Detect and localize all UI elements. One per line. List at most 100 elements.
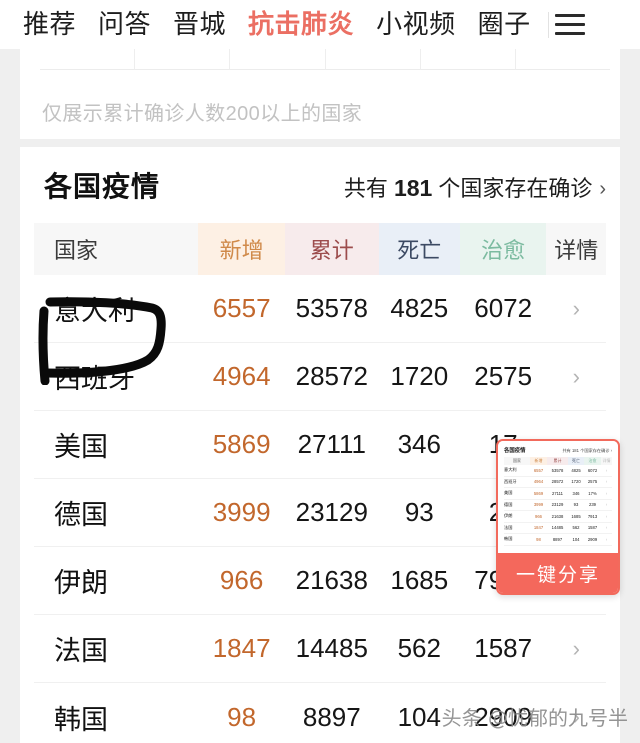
hamburger-menu-icon[interactable] (551, 10, 587, 40)
row-deaths: 1720 (390, 361, 449, 391)
mini-col-new: 新增 (530, 457, 547, 465)
row-deaths: 4825 (390, 293, 449, 323)
mini-row-death: 1720 (571, 479, 581, 485)
mini-table-row: 伊朗 966 21638 1685 7913 › (504, 511, 612, 523)
row-deaths: 346 (397, 429, 441, 459)
page-body: 仅展示累计确诊人数200以上的国家 各国疫情 共有 181 个国家存在确诊 › … (0, 49, 640, 743)
one-click-share-button[interactable]: 一键分享 (498, 553, 618, 593)
mini-row-death: 104 (572, 536, 580, 542)
row-new-cases: 966 (219, 565, 264, 595)
row-deaths: 1685 (390, 565, 449, 595)
nav-tab-fight-pneumonia[interactable]: 抗击肺炎 (237, 0, 365, 49)
mini-row-cured: 239 (589, 502, 596, 508)
mini-summary: 共有 181 个国家存在确诊 › (562, 448, 612, 453)
row-country: 意大利 (54, 296, 135, 326)
mini-table-row: 西班牙 4964 28572 1720 2575 › (504, 477, 612, 488)
mini-col-country: 国家 (513, 458, 521, 463)
row-detail-chevron-icon[interactable]: › (546, 636, 606, 662)
column-header-total[interactable]: 累计 (284, 223, 379, 275)
row-detail-chevron-icon[interactable]: › (546, 364, 606, 390)
share-preview-popup[interactable]: 各国疫情 共有 181 个国家存在确诊 › 国家 新增 累计 死亡 治愈 详情 … (496, 439, 620, 595)
mini-row-total: 23129 (551, 502, 564, 508)
row-new-cases: 6557 (212, 293, 271, 323)
mini-row-cured: 2575 (587, 479, 598, 485)
mini-row-death: 1685 (571, 513, 581, 519)
share-preview-mini-table: 各国疫情 共有 181 个国家存在确诊 › 国家 新增 累计 死亡 治愈 详情 … (498, 441, 618, 553)
mini-row-country: 伊朗 (504, 513, 513, 519)
row-total-cases: 53578 (295, 293, 368, 323)
mini-row-death: 4825 (571, 467, 581, 473)
row-new-cases: 4964 (212, 361, 271, 391)
row-new-cases: 5869 (212, 429, 271, 459)
top-navigation-bar: 推荐 问答 晋城 抗击肺炎 小视频 圈子 (0, 0, 640, 49)
row-new-cases: 3999 (212, 497, 271, 527)
mini-row-new: 966 (535, 513, 542, 519)
filter-note-text: 仅展示累计确诊人数200以上的国家 (42, 103, 363, 125)
nav-tab-circle[interactable]: 圈子 (467, 0, 542, 49)
mini-row-cured: 6072 (587, 467, 598, 473)
mini-row-total: 28572 (551, 479, 564, 485)
mini-row-country: 意大利 (504, 467, 517, 473)
mini-table-row: 法国 1847 14485 562 1587 › (504, 523, 612, 534)
row-country: 法国 (54, 636, 108, 666)
mini-row-death: 93 (573, 502, 579, 508)
mini-row-total: 27111 (551, 490, 564, 496)
row-country: 西班牙 (54, 364, 135, 394)
row-deaths: 93 (404, 497, 434, 527)
nav-tab-short-video[interactable]: 小视频 (365, 0, 467, 49)
summary-suffix: 个国家存在确诊 (438, 176, 593, 201)
mini-title: 各国疫情 (504, 448, 526, 454)
column-header-death[interactable]: 死亡 (378, 223, 460, 275)
table-row[interactable]: 西班牙 4964 28572 1720 2575 › (34, 343, 606, 411)
column-header-cured[interactable]: 治愈 (459, 223, 547, 275)
mini-row-cured: 7913 (587, 513, 598, 519)
row-country: 伊朗 (54, 568, 108, 598)
nav-tab-recommend[interactable]: 推荐 (12, 0, 87, 49)
mini-table-row: 意大利 6557 53578 4825 6072 › (504, 465, 612, 477)
column-header-new[interactable]: 新增 (198, 223, 285, 275)
note-card: 仅展示累计确诊人数200以上的国家 (20, 71, 620, 139)
mini-row-detail: › (605, 479, 608, 485)
row-country: 德国 (54, 500, 108, 530)
table-row[interactable]: 意大利 6557 53578 4825 6072 › (34, 275, 606, 343)
row-new-cases: 98 (227, 701, 257, 732)
nav-tab-qa[interactable]: 问答 (87, 0, 162, 49)
column-header-country[interactable]: 国家 (34, 223, 199, 275)
page-title: 各国疫情 (44, 171, 161, 202)
mini-row-new: 98 (536, 536, 541, 542)
country-count-link[interactable]: 共有 181 个国家存在确诊 › (344, 171, 606, 203)
summary-count: 181 (393, 175, 433, 201)
mini-col-death: 死亡 (568, 457, 584, 465)
mini-row-new: 3999 (533, 502, 544, 508)
nav-tab-jincheng[interactable]: 晋城 (162, 0, 237, 49)
mini-row-total: 53578 (551, 467, 564, 473)
nav-divider (547, 11, 549, 38)
mini-col-cured: 治愈 (584, 457, 601, 465)
mini-col-total: 累计 (547, 457, 568, 465)
row-new-cases: 1847 (212, 633, 271, 663)
row-cured: 6072 (474, 293, 533, 323)
row-total-cases: 21638 (295, 565, 368, 595)
summary-prefix: 共有 (343, 176, 388, 201)
mini-row-cured: 2909 (587, 536, 598, 542)
mini-row-new: 6557 (533, 467, 544, 473)
column-header-detail[interactable]: 详情 (546, 223, 606, 275)
mini-row-death: 346 (572, 490, 580, 496)
mini-row-new: 5869 (533, 490, 544, 496)
row-detail-chevron-icon[interactable]: › (546, 296, 606, 322)
mini-row-country: 法国 (504, 524, 513, 530)
table-row[interactable]: 法国 1847 14485 562 1587 › (34, 615, 606, 683)
row-total-cases: 14485 (295, 633, 368, 663)
row-total-cases: 23129 (295, 497, 368, 527)
mini-row-country: 德国 (504, 501, 513, 507)
mini-row-total: 21638 (551, 513, 564, 519)
mini-table-body: 意大利 6557 53578 4825 6072 › 西班牙 4964 28572 1720 257… (504, 465, 612, 546)
mini-row-new: 4964 (533, 479, 544, 485)
mini-row-country: 美国 (504, 490, 513, 496)
mini-row-cured: 17% (588, 490, 597, 496)
partial-previous-table (20, 49, 620, 71)
mini-header: 各国疫情 共有 181 个国家存在确诊 › (504, 446, 612, 454)
row-total-cases: 8897 (302, 701, 361, 732)
mini-row-detail: › (605, 502, 608, 508)
row-country: 美国 (54, 432, 108, 462)
